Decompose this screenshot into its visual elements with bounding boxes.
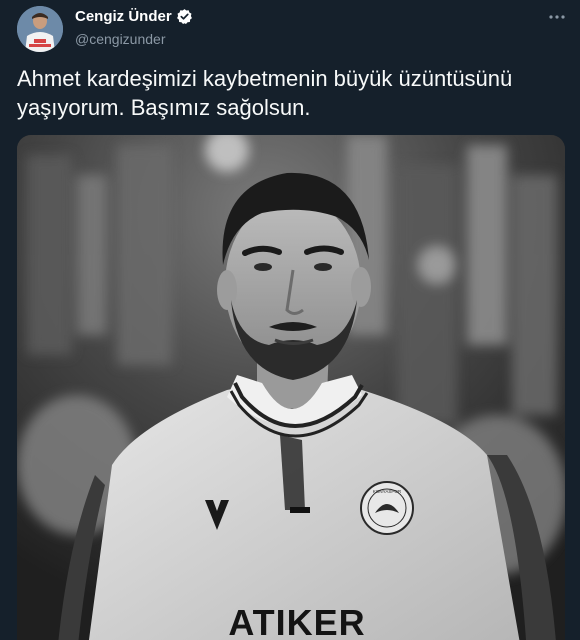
more-options-icon: [549, 15, 565, 19]
more-options-button[interactable]: [540, 6, 574, 28]
user-handle[interactable]: @cengizunder: [75, 31, 166, 47]
club-badge-text: KONYASPOR: [373, 489, 402, 494]
shirt-sponsor: ATIKER: [228, 602, 365, 640]
verified-badge-icon: [176, 8, 193, 25]
avatar-image: [17, 6, 63, 52]
club-badge: KONYASPOR: [360, 481, 414, 535]
profile-avatar[interactable]: [17, 6, 63, 52]
football-player-photo: KONYASPOR ATIKER: [17, 135, 565, 640]
tweet-photo[interactable]: KONYASPOR ATIKER: [17, 135, 565, 640]
tweet-card: Cengiz Ünder @cengizunder Ahmet kardeşim…: [0, 0, 580, 640]
tweet-text-line-2: yaşıyorum. Başımız sağolsun.: [17, 95, 311, 120]
tweet-text: Ahmet kardeşimizi kaybetmenin büyük üzün…: [17, 64, 562, 122]
tweet-text-line-1: Ahmet kardeşimizi kaybetmenin büyük üzün…: [17, 66, 513, 91]
display-name[interactable]: Cengiz Ünder: [75, 8, 172, 25]
user-name-row[interactable]: Cengiz Ünder: [75, 8, 193, 25]
